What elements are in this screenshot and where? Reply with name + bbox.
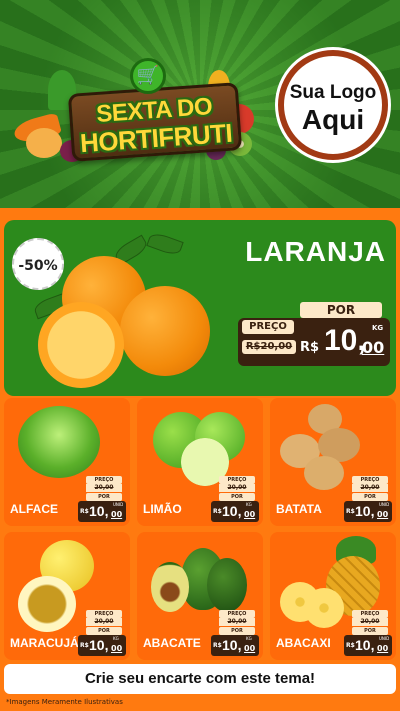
price-int: 10, bbox=[222, 637, 242, 653]
discount-badge: -50% bbox=[12, 238, 64, 290]
avocado-half-image bbox=[151, 562, 189, 612]
product-name: ALFACE bbox=[10, 502, 58, 516]
new-price: R$ 10, 00 KG bbox=[78, 635, 126, 656]
price-tag: PREÇO 20,00 POR R$ 10, 00 KG bbox=[211, 476, 259, 522]
old-price: 20,00 bbox=[219, 484, 255, 492]
product-card-batata: BATATA PREÇO 20,00 POR R$ 10, 00 UNID bbox=[270, 398, 396, 526]
unit: KG bbox=[246, 636, 252, 641]
old-price: 20,00 bbox=[352, 618, 388, 626]
unit: UNID bbox=[113, 502, 124, 507]
preco-label: PREÇO bbox=[219, 610, 255, 618]
logo-text-1: Sua Logo bbox=[289, 82, 377, 103]
unit: KG bbox=[113, 636, 119, 641]
por-label: POR bbox=[352, 493, 388, 501]
new-price: R$ 10, 00 UNID bbox=[78, 501, 126, 522]
unit: UNID bbox=[379, 636, 390, 641]
por-label: POR bbox=[86, 627, 122, 635]
currency: R$ bbox=[213, 642, 222, 649]
leaf-icon bbox=[146, 230, 184, 258]
preco-label: PREÇO bbox=[86, 610, 122, 618]
product-name: ABACAXI bbox=[276, 636, 331, 650]
unit: KG bbox=[246, 502, 252, 507]
passion-fruit-half-image bbox=[18, 576, 76, 632]
logo-text-2: Aqui bbox=[301, 104, 365, 135]
featured-price-cents: 00 bbox=[362, 338, 385, 357]
currency: R$ bbox=[346, 508, 355, 515]
price-tag: PREÇO 20,00 POR R$ 10, 00 UNID bbox=[344, 610, 392, 656]
featured-unit: KG bbox=[372, 324, 384, 332]
currency: R$ bbox=[80, 642, 89, 649]
price-cents: 00 bbox=[377, 644, 389, 653]
featured-product-card: -50% LARANJA POR PREÇO R$20,00 R$ 10, 00… bbox=[4, 220, 396, 396]
price-int: 10, bbox=[355, 637, 375, 653]
preco-label: PREÇO bbox=[352, 610, 388, 618]
price-int: 10, bbox=[89, 637, 109, 653]
orange-half-image bbox=[38, 302, 124, 388]
price-cents: 00 bbox=[111, 644, 123, 653]
product-name: BATATA bbox=[276, 502, 322, 516]
currency: R$ bbox=[80, 508, 89, 515]
price-tag: PREÇO 20,00 POR R$ 10, 00 UNID bbox=[344, 476, 392, 522]
potato-image bbox=[304, 456, 344, 490]
preco-label: PREÇO bbox=[219, 476, 255, 484]
price-int: 10, bbox=[222, 503, 242, 519]
lettuce-image bbox=[18, 406, 100, 478]
por-label: POR bbox=[219, 493, 255, 501]
price-cents: 00 bbox=[244, 510, 256, 519]
product-grid: ALFACE PREÇO 20,00 POR R$ 10, 00 UNID LI… bbox=[4, 398, 396, 660]
currency: R$ bbox=[213, 508, 222, 515]
new-price: R$ 10, 00 KG bbox=[211, 635, 259, 656]
pineapple-slice-image bbox=[304, 588, 344, 628]
featured-price-box: PREÇO R$20,00 R$ 10, 00 KG bbox=[238, 318, 390, 366]
por-label: POR bbox=[86, 493, 122, 501]
price-int: 10, bbox=[89, 503, 109, 519]
new-price: R$ 10, 00 UNID bbox=[344, 635, 392, 656]
product-card-limao: LIMÃO PREÇO 20,00 POR R$ 10, 00 KG bbox=[137, 398, 263, 526]
old-price: 20,00 bbox=[86, 484, 122, 492]
orange-image bbox=[120, 286, 210, 376]
product-name: MARACUJÁ bbox=[10, 636, 79, 650]
product-name: LIMÃO bbox=[143, 502, 182, 516]
new-price: R$ 10, 00 UNID bbox=[344, 501, 392, 522]
new-price: R$ 10, 00 KG bbox=[211, 501, 259, 522]
avocado-image bbox=[207, 558, 247, 612]
cta-banner[interactable]: Crie seu encarte com este tema! bbox=[4, 664, 396, 694]
price-cents: 00 bbox=[377, 510, 389, 519]
price-cents: 00 bbox=[111, 510, 123, 519]
shopping-cart-icon: 🛒 bbox=[130, 58, 166, 94]
price-cents: 00 bbox=[244, 644, 256, 653]
old-price: 20,00 bbox=[219, 618, 255, 626]
featured-currency: R$ bbox=[300, 340, 320, 355]
product-card-abacate: ABACATE PREÇO 20,00 POR R$ 10, 00 KG bbox=[137, 532, 263, 660]
title-board: SEXTA DO HORTIFRUTI bbox=[67, 82, 243, 162]
product-card-abacaxi: ABACAXI PREÇO 20,00 POR R$ 10, 00 UNID bbox=[270, 532, 396, 660]
squash-decoration bbox=[26, 128, 62, 158]
logo-placeholder: Sua Logo Aqui bbox=[278, 50, 388, 160]
preco-label: PREÇO bbox=[86, 476, 122, 484]
featured-old-price: R$20,00 bbox=[242, 340, 296, 354]
featured-product-name: LARANJA bbox=[245, 236, 386, 267]
product-card-maracuja: MARACUJÁ PREÇO 20,00 POR R$ 10, 00 KG bbox=[4, 532, 130, 660]
unit: UNID bbox=[379, 502, 390, 507]
disclaimer: *Imagens Meramente Ilustrativas bbox=[6, 698, 123, 706]
price-tag: PREÇO 20,00 POR R$ 10, 00 UNID bbox=[78, 476, 126, 522]
price-int: 10, bbox=[355, 503, 375, 519]
price-tag: PREÇO 20,00 POR R$ 10, 00 KG bbox=[78, 610, 126, 656]
por-label: POR bbox=[219, 627, 255, 635]
preco-label: PREÇO bbox=[352, 476, 388, 484]
featured-preco-label: PREÇO bbox=[242, 320, 294, 334]
product-card-alface: ALFACE PREÇO 20,00 POR R$ 10, 00 UNID bbox=[4, 398, 130, 526]
old-price: 20,00 bbox=[352, 484, 388, 492]
featured-price-int: 10, bbox=[324, 324, 366, 357]
price-tag: PREÇO 20,00 POR R$ 10, 00 KG bbox=[211, 610, 259, 656]
featured-por-label: POR bbox=[300, 302, 382, 318]
currency: R$ bbox=[346, 642, 355, 649]
product-name: ABACATE bbox=[143, 636, 201, 650]
old-price: 20,00 bbox=[86, 618, 122, 626]
por-label: POR bbox=[352, 627, 388, 635]
